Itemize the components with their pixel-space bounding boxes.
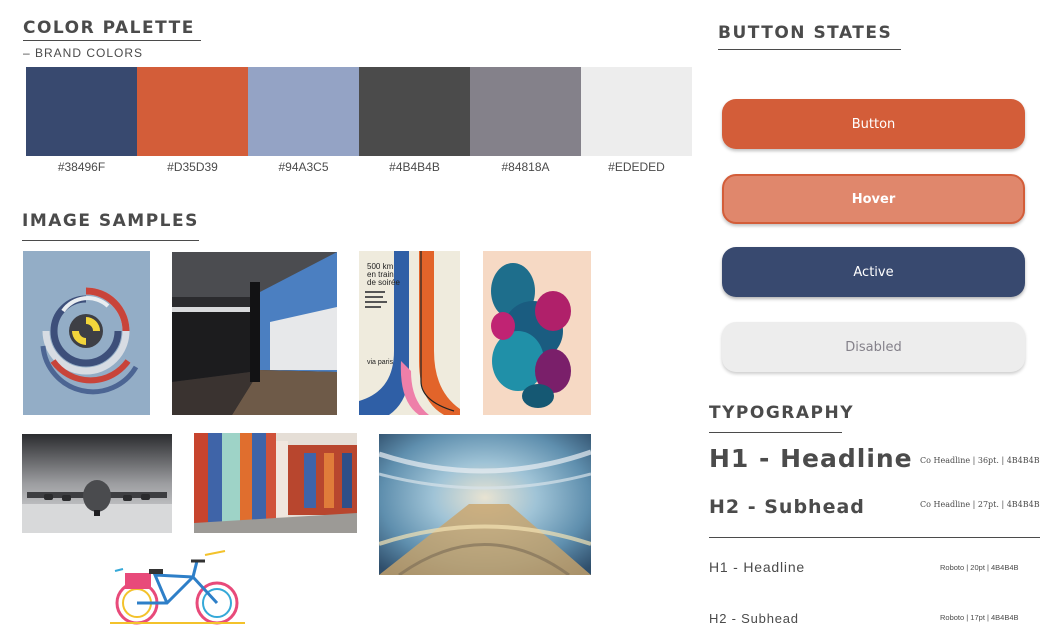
swatch-label: #94A3C5 — [278, 160, 329, 174]
roboto-h1-note: Roboto | 20pt | 4B4B4B — [940, 563, 1019, 572]
ink-cloud-svg — [483, 251, 591, 415]
roboto-h1-sample: H1 - Headline — [709, 559, 805, 575]
painted-gallery-image — [194, 433, 357, 533]
train-poster-image: 500 km en train de soirée via paris — [359, 251, 460, 415]
color-palette-title: COLOR PALETTE — [23, 18, 195, 38]
swatch-ededed — [581, 67, 692, 156]
cargo-plane-image — [22, 434, 172, 533]
swatch-38496f — [26, 67, 137, 156]
typography-title: TYPOGRAPHY — [709, 403, 855, 423]
poster-footer: via paris — [367, 359, 394, 366]
roboto-h2-sample: H2 - Subhead — [709, 611, 799, 626]
button-default-label: Button — [851, 116, 896, 132]
poster-headline-line: de soirée — [367, 278, 400, 287]
swatch-label: #84818A — [501, 160, 550, 174]
button-states-title: BUTTON STATES — [718, 23, 893, 43]
image-samples-rule — [22, 240, 199, 241]
roboto-h2-note: Roboto | 17pt | 4B4B4B — [940, 613, 1019, 622]
button-active[interactable]: Active — [722, 247, 1025, 297]
swatch-d35d39 — [137, 67, 248, 156]
typography-h2-note: Co Headline | 27pt. | 4B4B4B — [920, 500, 1040, 509]
swatch-label: #4B4B4B — [389, 160, 440, 174]
swatch-label: #38496F — [57, 160, 106, 174]
typography-h1-note: Co Headline | 36pt. | 4B4B4B — [920, 456, 1040, 465]
brand-colors-subtitle: – BRAND COLORS — [23, 46, 144, 60]
architecture-interior-svg — [172, 252, 337, 415]
button-disabled: Disabled — [722, 322, 1025, 372]
color-palette-rule — [23, 40, 201, 41]
circular-graphic-svg — [23, 251, 150, 415]
image-samples-title: IMAGE SAMPLES — [22, 211, 199, 231]
typography-rule — [709, 432, 842, 433]
poster-headline: 500 km en train de soirée — [367, 263, 400, 287]
swatch-4b4b4b — [359, 67, 470, 156]
painted-gallery-svg — [194, 433, 357, 533]
bicycle-illustration-image — [105, 549, 250, 629]
typography-divider — [709, 537, 1040, 538]
typography-h2-sample: H2 - Subhead — [709, 496, 865, 518]
button-states-rule — [718, 49, 901, 50]
typography-h1-sample: H1 - Headline — [709, 444, 913, 473]
bicycle-svg — [105, 549, 250, 629]
light-tunnel-svg — [379, 434, 591, 575]
button-active-label: Active — [853, 264, 894, 280]
circular-graphic-poster-image — [23, 251, 150, 415]
swatch-94a3c5 — [248, 67, 359, 156]
button-hover[interactable]: Hover — [722, 174, 1025, 224]
button-disabled-label: Disabled — [845, 339, 902, 355]
architecture-interior-image — [172, 252, 337, 415]
swatch-label: #EDEDED — [608, 160, 665, 174]
light-tunnel-image — [379, 434, 591, 575]
swatch-84818a — [470, 67, 581, 156]
button-default[interactable]: Button — [722, 99, 1025, 149]
ink-cloud-image — [483, 251, 591, 415]
swatch-label: #D35D39 — [167, 160, 218, 174]
cargo-plane-svg — [22, 434, 172, 533]
button-hover-label: Hover — [851, 191, 896, 207]
